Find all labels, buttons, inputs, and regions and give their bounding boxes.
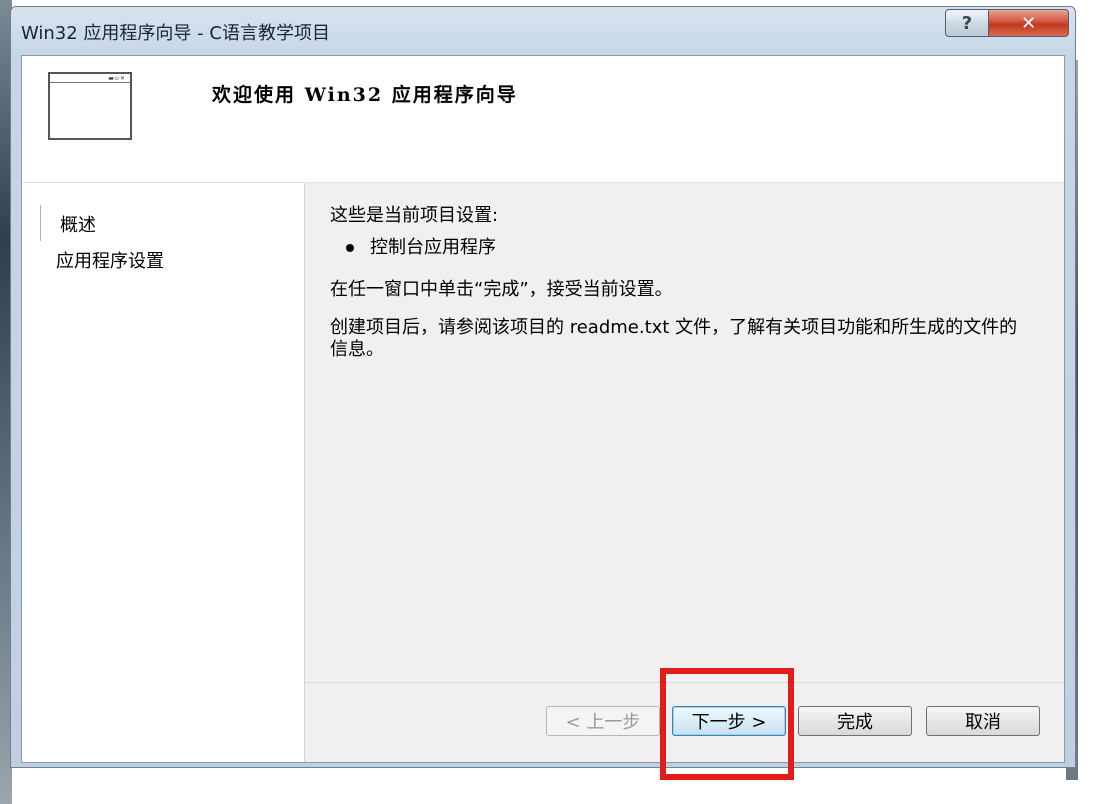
settings-intro: 这些是当前项目设置:: [330, 205, 499, 226]
sidebar-selection-marker: [40, 205, 41, 241]
caption-buttons: ? ✕: [945, 9, 1069, 39]
wizard-sidebar: 概述 应用程序设置: [22, 183, 305, 762]
page-title: 欢迎使用 Win32 应用程序向导: [212, 84, 518, 106]
window-app-icon-titlebar: ▬▫✕: [50, 74, 130, 83]
bullet-icon: [346, 244, 354, 252]
finish-button[interactable]: 完成: [798, 706, 912, 736]
title-bar[interactable]: Win32 应用程序向导 - C语言教学项目 ? ✕: [11, 7, 1075, 55]
window-title: Win32 应用程序向导 - C语言教学项目: [21, 23, 330, 44]
close-icon: ✕: [1020, 12, 1037, 34]
cancel-button[interactable]: 取消: [926, 706, 1040, 736]
finish-hint: 在任一窗口中单击“完成”，接受当前设置。: [330, 279, 673, 300]
wizard-header: ▬▫✕ 欢迎使用 Win32 应用程序向导: [22, 56, 1064, 183]
help-icon: ?: [961, 12, 973, 34]
previous-button[interactable]: < 上一步: [546, 706, 660, 736]
close-button[interactable]: ✕: [989, 9, 1069, 37]
wizard-window: Win32 应用程序向导 - C语言教学项目 ? ✕ ▬▫✕ 欢迎使用 Win3…: [10, 6, 1076, 768]
wizard-content: 这些是当前项目设置: 控制台应用程序 在任一窗口中单击“完成”，接受当前设置。 …: [306, 183, 1064, 683]
sidebar-item-overview[interactable]: 概述: [60, 211, 96, 237]
sidebar-item-application-settings[interactable]: 应用程序设置: [56, 247, 164, 273]
help-button[interactable]: ?: [945, 9, 989, 37]
wizard-client-area: ▬▫✕ 欢迎使用 Win32 应用程序向导 概述 应用程序设置 这些是当前项目设…: [21, 55, 1065, 763]
readme-hint: 创建项目后，请参阅该项目的 readme.txt 文件，了解有关项目功能和所生成…: [330, 317, 1018, 360]
next-button[interactable]: 下一步 >: [672, 706, 786, 736]
window-controls-icon: ▬▫✕: [108, 75, 126, 82]
footer-divider: [306, 682, 1064, 683]
settings-list-item-label: 控制台应用程序: [370, 237, 496, 258]
settings-list-item: 控制台应用程序: [346, 233, 496, 259]
window-app-icon: ▬▫✕: [48, 72, 132, 140]
